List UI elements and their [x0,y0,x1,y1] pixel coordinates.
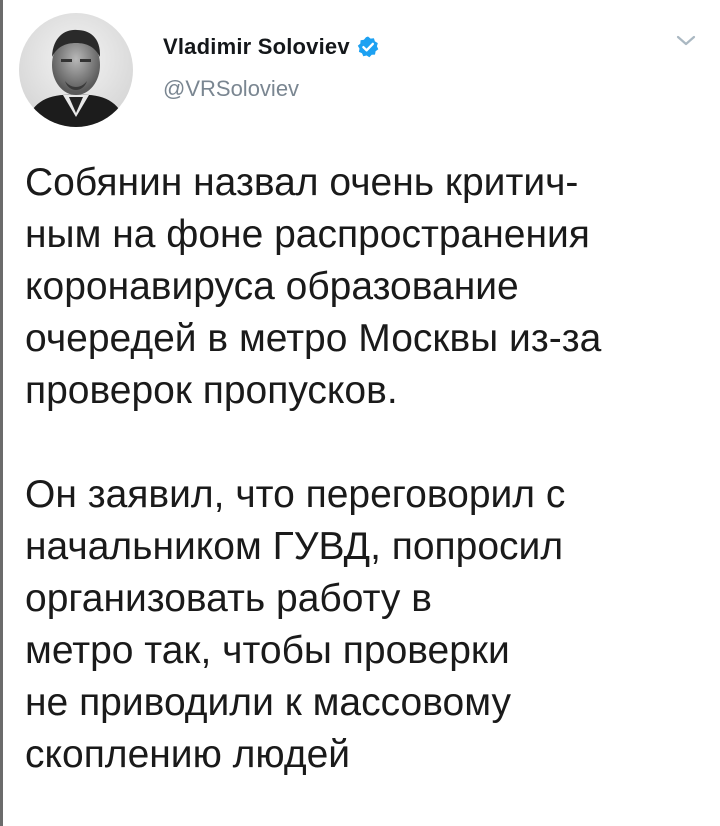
tweet-text-line: организовать работу в [25,577,432,620]
tweet-card: Vladimir Soloviev @VRSoloviev Собянин на… [0,0,720,826]
avatar-photo [19,13,133,127]
tweet-text-line: коронавируса образование [25,265,519,308]
tweet-text-line: не приводили к массовому [25,681,511,724]
author-header: Vladimir Soloviev @VRSoloviev [163,30,380,102]
verified-badge-icon [356,35,380,59]
avatar[interactable] [19,13,133,127]
tweet-text-line: очередей в метро Москвы из-за [25,317,602,360]
author-display-name[interactable]: Vladimir Soloviev [163,34,350,60]
chevron-down-icon[interactable] [674,32,698,50]
tweet-text-line: проверок пропусков. [25,369,398,412]
tweet-text-line: Собянин назвал очень критич- [25,161,579,204]
tweet-text-line: метро так, чтобы проверки [25,629,510,672]
tweet-text-line: начальником ГУВД, попросил [25,525,564,568]
tweet-text-line: Он заявил, что переговорил с [25,473,566,516]
tweet-text-line: скоплению людей [25,733,351,776]
tweet-text-line: ным на фоне распространения [25,213,590,256]
tweet-body: Собянин назвал очень критич- ным на фоне… [25,157,705,781]
name-row: Vladimir Soloviev [163,30,380,64]
author-handle[interactable]: @VRSoloviev [163,76,380,102]
